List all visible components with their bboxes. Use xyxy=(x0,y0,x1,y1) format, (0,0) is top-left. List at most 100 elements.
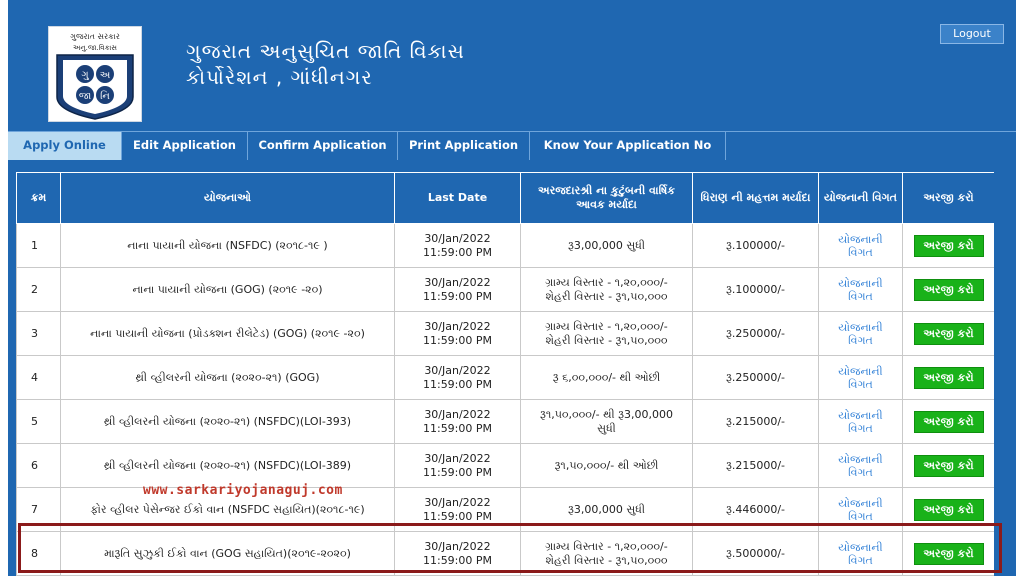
scheme-details-link[interactable]: યોજનાની વિગત xyxy=(823,409,898,435)
scheme-details-line2: વિગત xyxy=(848,245,873,259)
logo-emblem-icon: ગુજરાત સરકાર અનુ.જા.વિકાસ ગુ અ જા નિ xyxy=(49,27,141,121)
row-date: 30/Jan/2022 xyxy=(424,319,491,333)
row-scheme-name: નાના પાયાની યોજના (GOG) (૨૦૧૯ -૨૦) xyxy=(60,267,395,312)
logo-sub-text: અનુ.જા.વિકાસ xyxy=(73,43,117,52)
nav-print-application[interactable]: Print Application xyxy=(398,132,530,160)
scheme-details-line1: યોજનાની xyxy=(838,232,883,246)
apply-button[interactable]: અરજી કરો xyxy=(913,278,984,301)
table-row: 4 થ્રી વ્હીલરની યોજના (૨૦૨૦-૨૧) (GOG) 30/J… xyxy=(16,355,994,400)
organization-title: ગુજરાત અનુસુચિત જાતિ વિકાસ કોર્પોરેશન , … xyxy=(186,38,465,90)
row-scheme-name: થ્રી વ્હીલરની યોજના (૨૦૨૦-૨૧) (NSFDC)(LO… xyxy=(60,399,395,444)
logo-letter-2: અ xyxy=(100,70,111,81)
row-apply-cell: અરજી કરો xyxy=(902,355,994,400)
row-scheme-details: યોજનાની વિગત xyxy=(818,355,903,400)
row-apply-cell: અરજી કરો xyxy=(902,399,994,444)
row-last-date: 30/Jan/2022 11:59:00 PM xyxy=(394,311,521,356)
row-income-line1: રૂ3,00,000 સુધી xyxy=(568,502,645,516)
header-serial: ક્રમ xyxy=(16,172,61,224)
site-watermark: www.sarkariyojanaguj.com xyxy=(143,483,343,498)
scheme-details-link[interactable]: યોજનાની વિગત xyxy=(823,277,898,303)
row-scheme-details: યોજનાની વિગત xyxy=(818,267,903,312)
row-income-line1: રૂ3,00,000 સુધી xyxy=(568,238,645,252)
row-scheme-name: નાના પાયાની યોજના (પ્રોડક્શન રીલેટેડ) (G… xyxy=(60,311,395,356)
row-income-limit: રૂ૧,૫૦,૦૦૦/- થી ઓછી xyxy=(520,443,693,488)
scheme-details-link[interactable]: યોજનાની વિગત xyxy=(823,233,898,259)
row-date: 30/Jan/2022 xyxy=(424,451,491,465)
row-scheme-name: થ્રી વ્હીલરની યોજના (૨૦૨૦-૨૧) (GOG) xyxy=(60,355,395,400)
scheme-details-link[interactable]: યોજનાની વિગત xyxy=(823,321,898,347)
row-income-line1: રૂ૧,૫૦,૦૦૦/- થી રૂ3,00,000 xyxy=(539,407,674,421)
logo-letter-3: જા xyxy=(79,91,91,102)
apply-button[interactable]: અરજી કરો xyxy=(913,234,984,257)
table-row: 1 નાના પાયાની યોજના (NSFDC) (૨૦૧૮-૧૯ ) 30/… xyxy=(16,223,994,268)
row-apply-cell: અરજી કરો xyxy=(902,267,994,312)
row-scheme-details: યોજનાની વિગત xyxy=(818,223,903,268)
row-highlight-box xyxy=(18,523,1002,573)
row-apply-cell: અરજી કરો xyxy=(902,443,994,488)
scheme-details-line1: યોજનાની xyxy=(838,408,883,422)
scheme-details-line2: વિગત xyxy=(848,377,873,391)
row-income-limit: ગ્રામ્ય વિસ્તાર - ૧,૨૦,૦૦૦/- શેહરી વિસ્તા… xyxy=(520,267,693,312)
row-scheme-details: યોજનાની વિગત xyxy=(818,443,903,488)
header-last-date: Last Date xyxy=(394,172,521,224)
main-nav: Apply Online Edit Application Confirm Ap… xyxy=(8,131,1016,160)
row-time: 11:59:00 PM xyxy=(422,509,493,523)
table-row: 5 થ્રી વ્હીલરની યોજના (૨૦૨૦-૨૧) (NSFDC)(L… xyxy=(16,399,994,444)
row-time: 11:59:00 PM xyxy=(422,377,493,391)
row-apply-cell: અરજી કરો xyxy=(902,311,994,356)
scheme-details-line2: વિગત xyxy=(848,333,873,347)
row-serial: 4 xyxy=(16,355,61,400)
row-scheme-name: થ્રી વ્હીલરની યોજના (૨૦૨૦-૨૧) (NSFDC)(LO… xyxy=(60,443,395,488)
row-serial: 3 xyxy=(16,311,61,356)
nav-edit-application[interactable]: Edit Application xyxy=(122,132,248,160)
apply-button[interactable]: અરજી કરો xyxy=(913,454,984,477)
row-date: 30/Jan/2022 xyxy=(424,363,491,377)
apply-button[interactable]: અરજી કરો xyxy=(913,498,984,521)
schemes-table-container: ક્રમ યોજનાઓ Last Date અરજદારશ્રી ના કુટુ… xyxy=(16,172,994,576)
scheme-details-link[interactable]: યોજનાની વિગત xyxy=(823,497,898,523)
row-loan-limit: રૂ.100000/- xyxy=(692,267,819,312)
logo-top-text: ગુજરાત સરકાર xyxy=(70,32,120,41)
corporation-logo: ગુજરાત સરકાર અનુ.જા.વિકાસ ગુ અ જા નિ xyxy=(48,26,142,122)
row-income-line1: ગ્રામ્ય વિસ્તાર - ૧,૨૦,૦૦૦/- xyxy=(545,275,668,289)
row-last-date: 30/Jan/2022 11:59:00 PM xyxy=(394,355,521,400)
row-date: 30/Jan/2022 xyxy=(424,495,491,509)
logout-button[interactable]: Logout xyxy=(940,24,1004,44)
row-scheme-name: નાના પાયાની યોજના (NSFDC) (૨૦૧૮-૧૯ ) xyxy=(60,223,395,268)
header-loan-limit: ધિરાણ ની મહત્તમ મર્યાદા xyxy=(692,172,819,224)
apply-button[interactable]: અરજી કરો xyxy=(913,322,984,345)
scheme-details-line1: યોજનાની xyxy=(838,320,883,334)
row-last-date: 30/Jan/2022 11:59:00 PM xyxy=(394,267,521,312)
row-date: 30/Jan/2022 xyxy=(424,275,491,289)
row-time: 11:59:00 PM xyxy=(422,421,493,435)
row-date: 30/Jan/2022 xyxy=(424,231,491,245)
scheme-details-line1: યોજનાની xyxy=(838,364,883,378)
scheme-details-line2: વિગત xyxy=(848,289,873,303)
row-income-limit: ગ્રામ્ય વિસ્તાર - ૧,૨૦,૦૦૦/- શેહરી વિસ્તા… xyxy=(520,311,693,356)
row-income-line1: રૂ ૬,૦૦,૦૦૦/- થી ઓછી xyxy=(552,370,661,384)
row-income-line2: શેહરી વિસ્તાર - રૂ૧,૫૦,૦૦૦ xyxy=(545,289,668,303)
scheme-details-line2: વિગત xyxy=(848,509,873,523)
scheme-details-line1: યોજનાની xyxy=(838,276,883,290)
scheme-details-line2: વિગત xyxy=(848,421,873,435)
row-time: 11:59:00 PM xyxy=(422,245,493,259)
scheme-details-link[interactable]: યોજનાની વિગત xyxy=(823,453,898,479)
logo-letter-1: ગુ xyxy=(81,70,89,81)
row-income-limit: રૂ3,00,000 સુધી xyxy=(520,223,693,268)
row-last-date: 30/Jan/2022 11:59:00 PM xyxy=(394,223,521,268)
nav-apply-online[interactable]: Apply Online xyxy=(8,132,122,160)
apply-button[interactable]: અરજી કરો xyxy=(913,410,984,433)
scheme-details-link[interactable]: યોજનાની વિગત xyxy=(823,365,898,391)
organization-title-line2: કોર્પોરેશન , ગાંધીનગર xyxy=(186,65,373,89)
nav-know-application-no[interactable]: Know Your Application No xyxy=(530,132,726,160)
scheme-details-line1: યોજનાની xyxy=(838,452,883,466)
scheme-details-line2: વિગત xyxy=(848,465,873,479)
nav-confirm-application[interactable]: Confirm Application xyxy=(248,132,398,160)
row-serial: 6 xyxy=(16,443,61,488)
header-scheme-details: યોજનાની વિગત xyxy=(818,172,903,224)
row-scheme-details: યોજનાની વિગત xyxy=(818,311,903,356)
apply-button[interactable]: અરજી કરો xyxy=(913,366,984,389)
schemes-table: ક્રમ યોજનાઓ Last Date અરજદારશ્રી ના કુટુ… xyxy=(16,172,994,576)
table-header-row: ક્રમ યોજનાઓ Last Date અરજદારશ્રી ના કુટુ… xyxy=(16,172,994,224)
row-date: 30/Jan/2022 xyxy=(424,407,491,421)
